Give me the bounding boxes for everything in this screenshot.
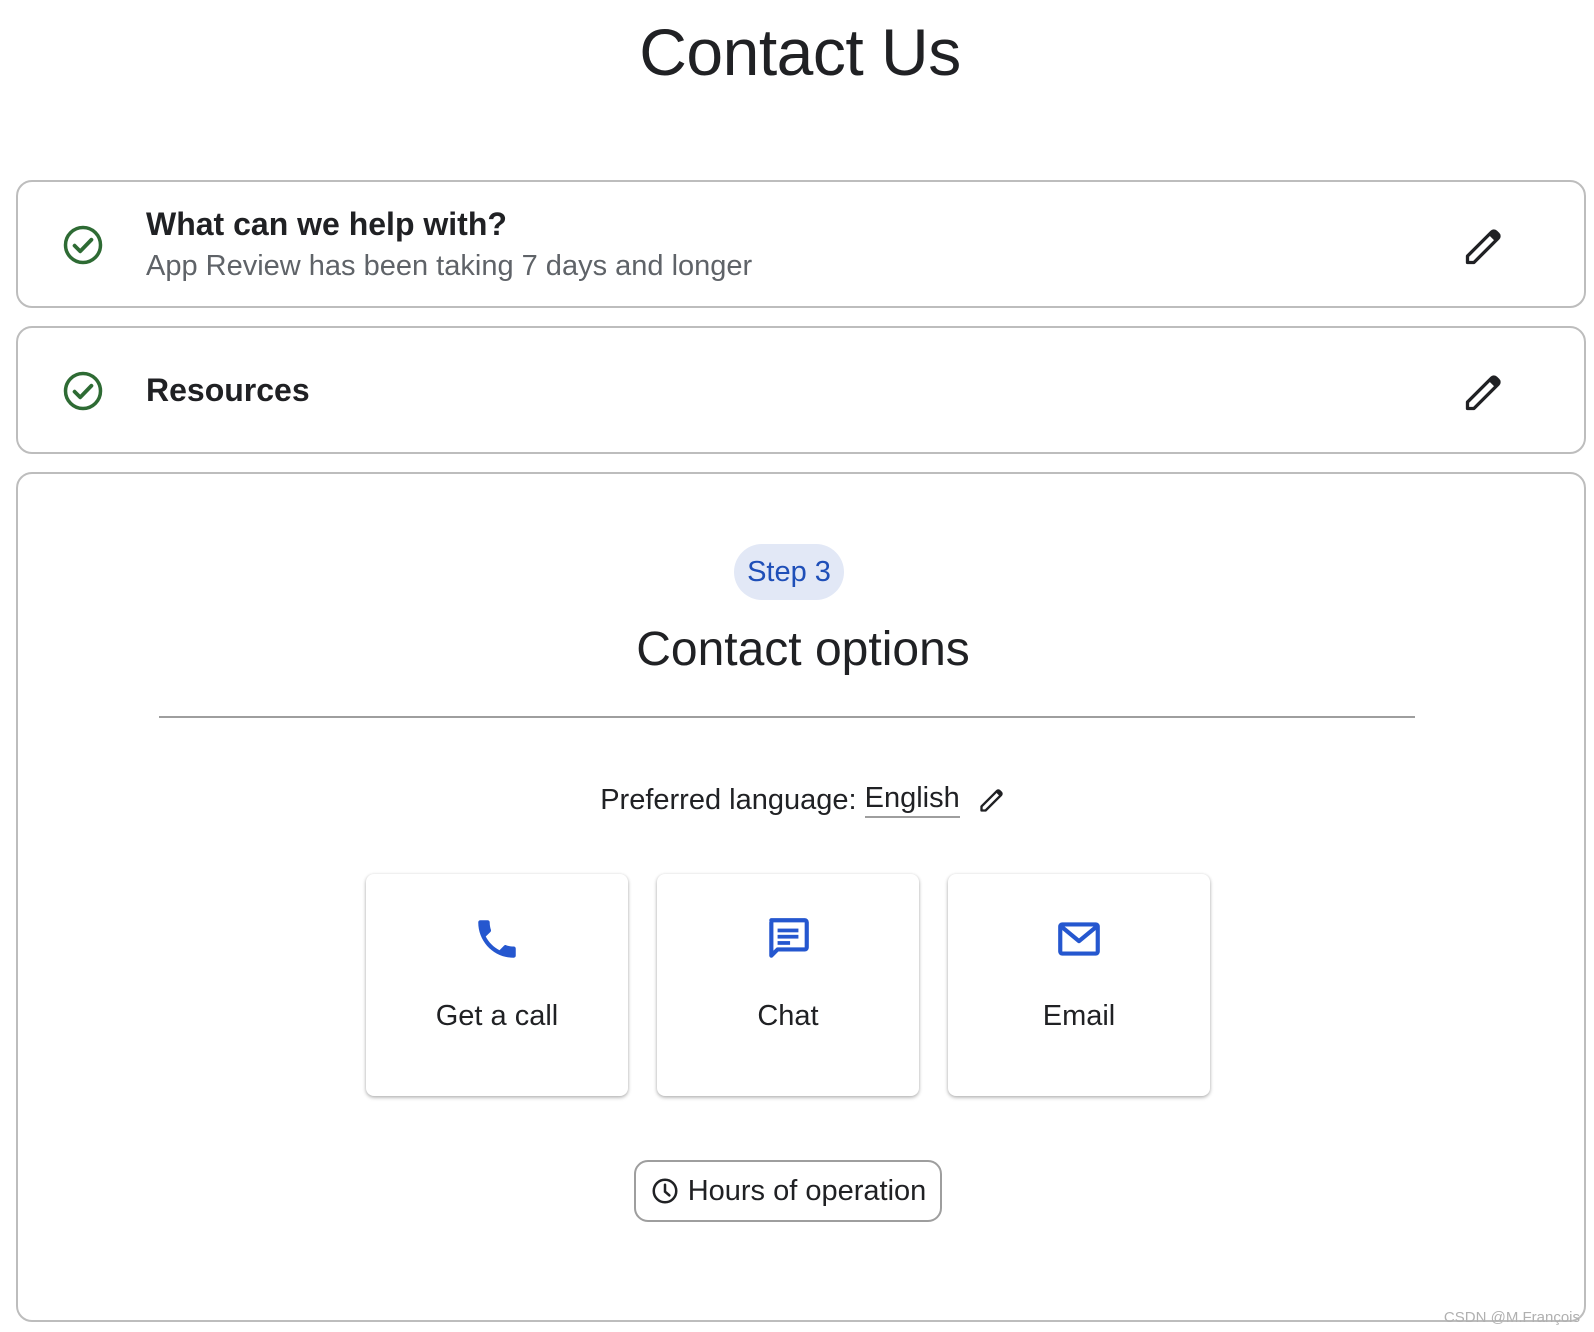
email-icon [1058, 922, 1100, 956]
step-card-help-topic: What can we help with? App Review has be… [16, 180, 1586, 308]
divider [159, 716, 1415, 718]
step-card-contact-options: Step 3 Contact options Preferred languag… [16, 472, 1586, 1322]
pencil-icon[interactable] [1462, 370, 1506, 414]
check-circle-icon [63, 225, 103, 265]
hours-of-operation-button[interactable]: Hours of operation [634, 1160, 942, 1222]
watermark: CSDN @M.François [1443, 1309, 1580, 1326]
section-title: Contact options [636, 623, 970, 676]
hours-button-label: Hours of operation [687, 1174, 927, 1207]
step-card-resources: Resources [16, 326, 1586, 454]
language-value-link[interactable]: English [864, 782, 960, 818]
check-circle-icon [63, 371, 103, 411]
chat-icon [769, 918, 809, 958]
clock-icon [652, 1178, 678, 1204]
preferred-language-row: Preferred language: English [18, 782, 1588, 818]
step-title: Resources [146, 372, 310, 408]
pencil-icon[interactable] [1462, 224, 1506, 268]
email-option[interactable]: Email [948, 874, 1210, 1096]
option-label: Get a call [435, 1000, 559, 1032]
step-subtitle: App Review has been taking 7 days and lo… [146, 250, 753, 282]
phone-icon [478, 920, 516, 958]
step-title: What can we help with? [146, 206, 507, 242]
chat-option[interactable]: Chat [657, 874, 919, 1096]
step-badge: Step 3 [734, 544, 844, 600]
language-label: Preferred language: [600, 783, 857, 816]
option-label: Chat [757, 1000, 819, 1032]
page-title: Contact Us [639, 15, 961, 89]
pencil-icon[interactable] [978, 786, 1006, 814]
option-label: Email [1042, 1000, 1116, 1032]
get-a-call-option[interactable]: Get a call [366, 874, 628, 1096]
